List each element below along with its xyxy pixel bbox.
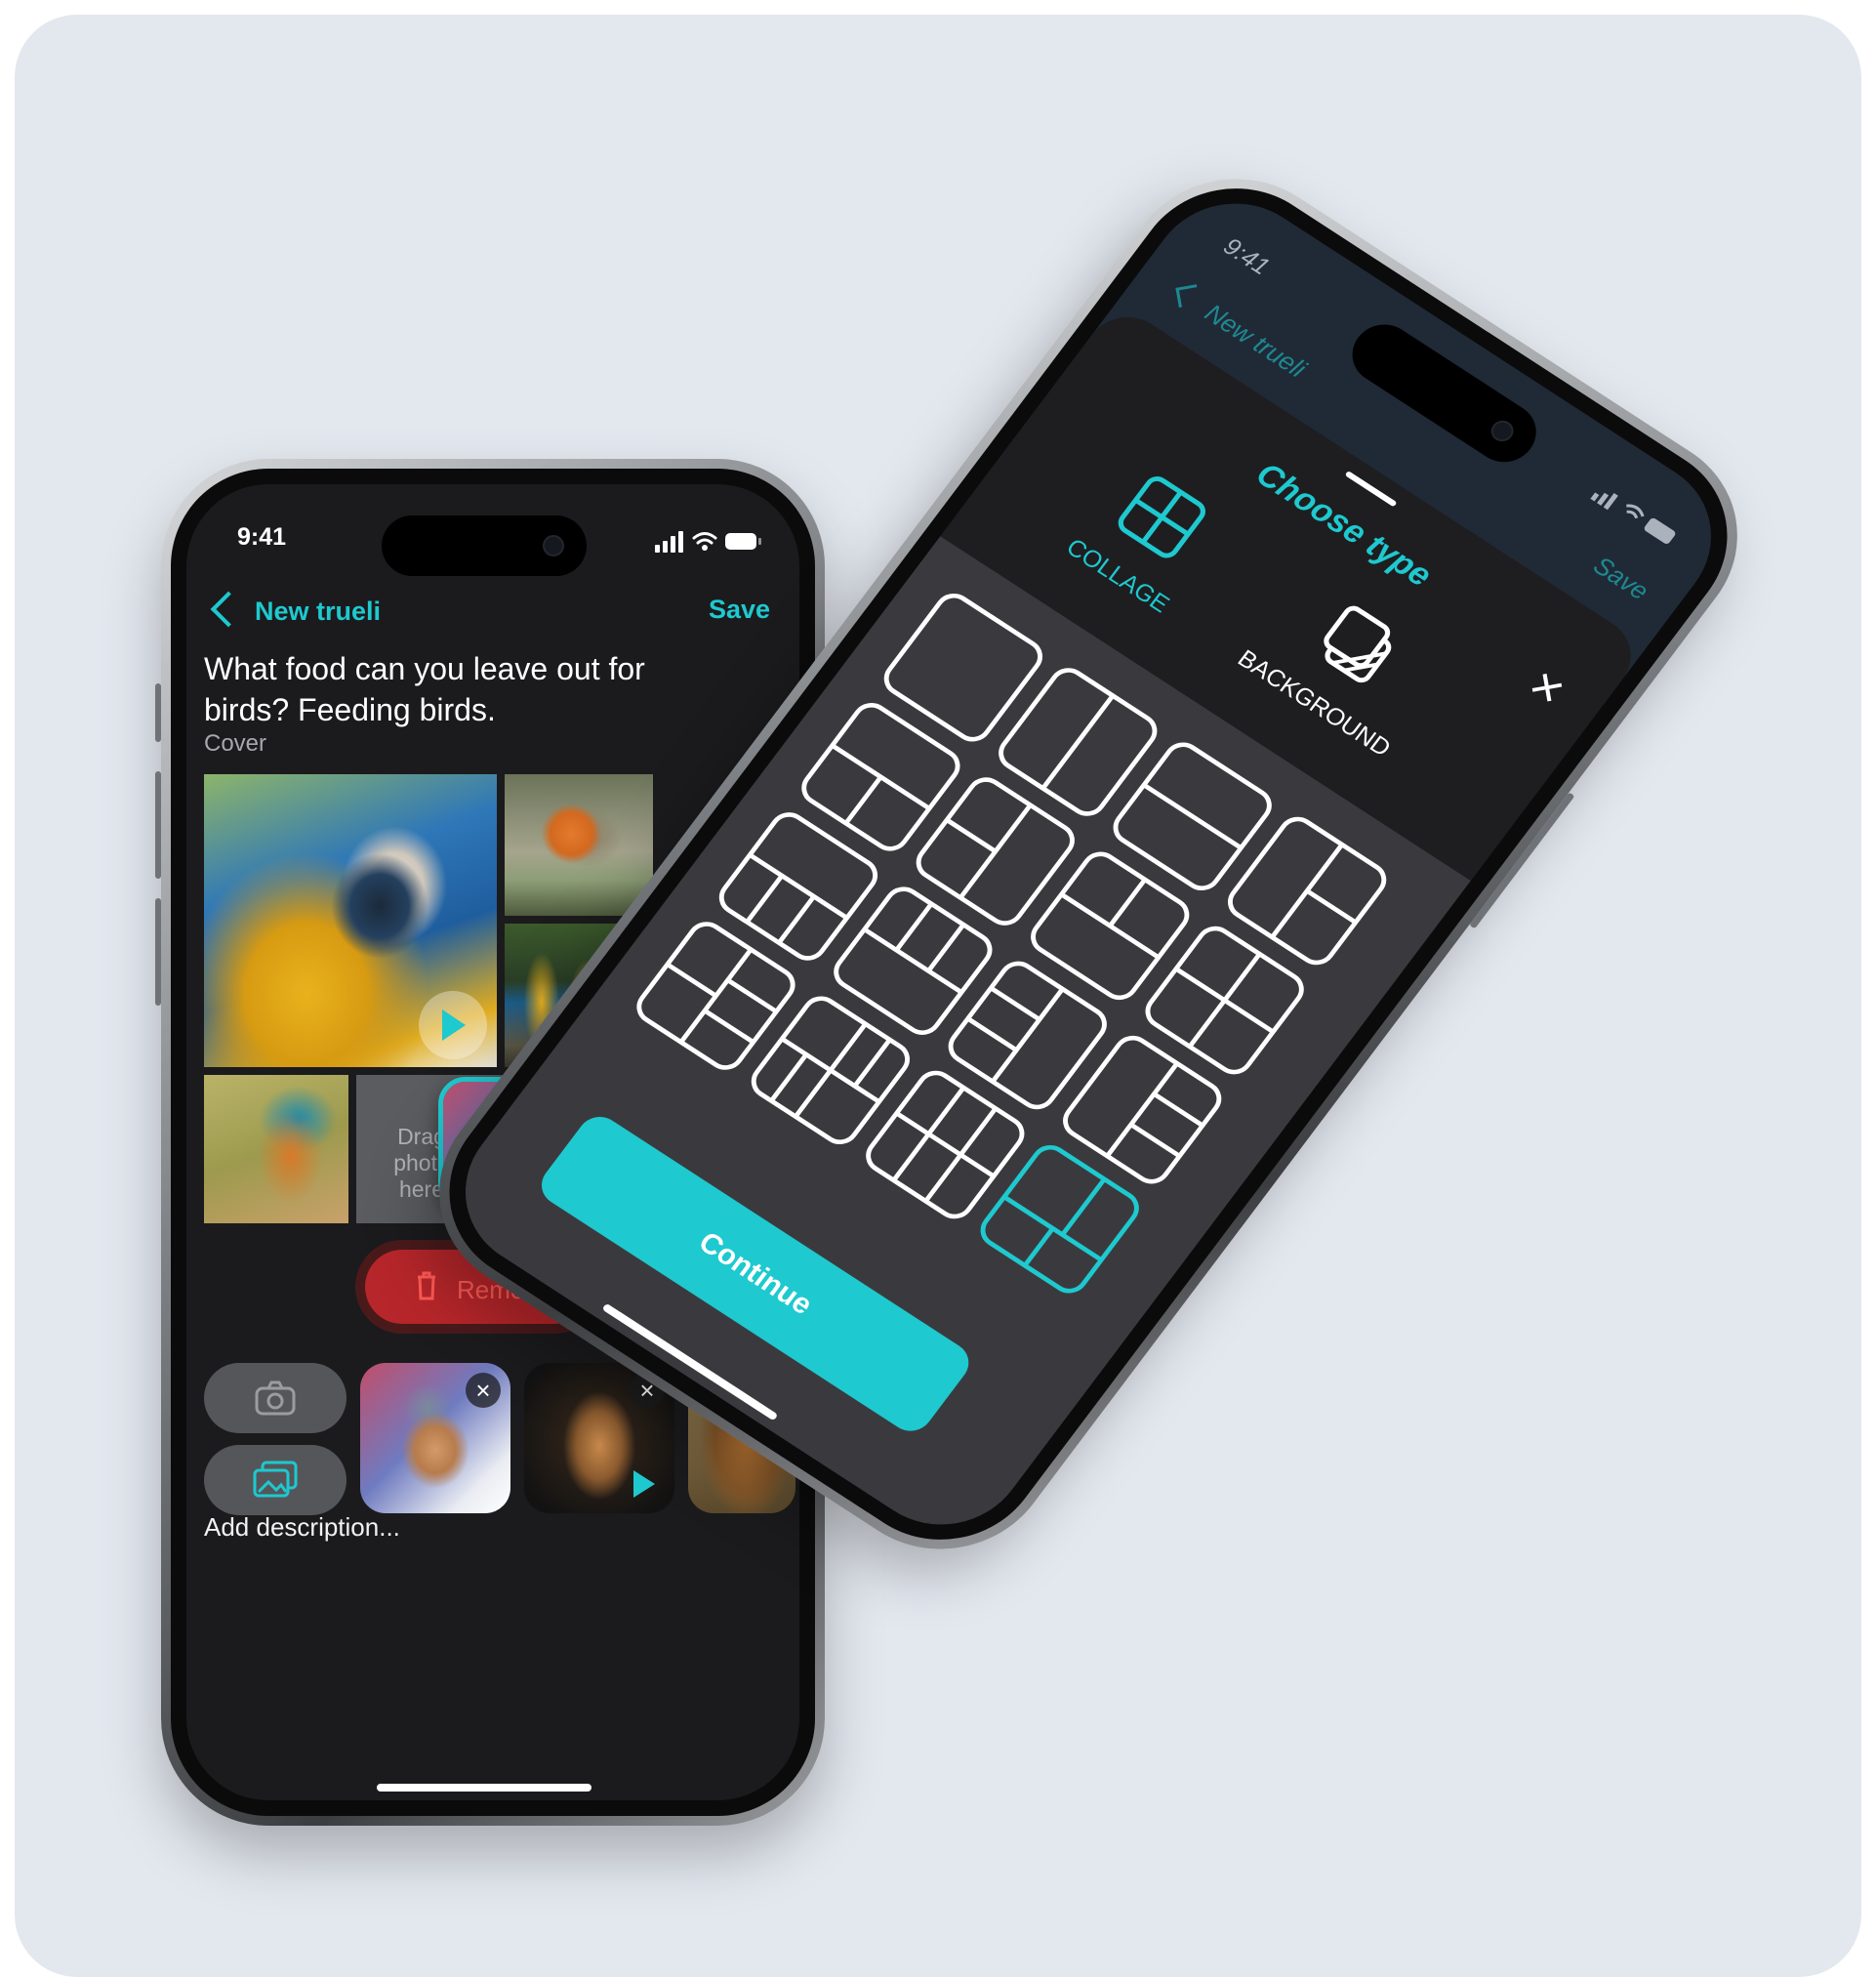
volume-down-button — [155, 898, 161, 1006]
play-icon[interactable] — [633, 1470, 655, 1498]
gallery-button[interactable] — [204, 1445, 347, 1515]
battery-icon — [725, 533, 761, 550]
chevron-left-icon[interactable] — [1175, 284, 1201, 308]
camera-icon — [255, 1380, 296, 1416]
question-title[interactable]: What food can you leave out for birds? F… — [204, 648, 663, 730]
home-indicator — [377, 1784, 591, 1792]
background-canvas: 9:41 New trueli Save What food can you l… — [15, 15, 1861, 1977]
front-camera — [1487, 416, 1519, 446]
signal-icon — [655, 531, 683, 553]
save-button[interactable]: Save — [1587, 551, 1654, 606]
media-tray: × × — [204, 1363, 795, 1515]
robin-photo[interactable] — [505, 774, 653, 916]
sheet-grabber[interactable] — [1344, 470, 1398, 508]
camera-button[interactable] — [204, 1363, 347, 1433]
play-icon — [442, 1010, 466, 1041]
mute-switch — [155, 683, 161, 742]
nav-bar: New trueli Save — [186, 587, 799, 636]
save-button[interactable]: Save — [709, 595, 770, 625]
dynamic-island — [382, 515, 587, 576]
collage-icon — [1118, 476, 1205, 558]
macaw-photo[interactable] — [204, 774, 497, 1067]
volume-up-button — [155, 771, 161, 879]
gallery-icon — [253, 1461, 298, 1498]
close-icon[interactable]: × — [466, 1373, 501, 1408]
kingfisher-photo[interactable] — [204, 1075, 348, 1223]
chevron-left-icon[interactable] — [210, 591, 247, 628]
cover-label: Cover — [204, 730, 267, 757]
trash-icon — [418, 1271, 435, 1300]
status-icons — [1590, 492, 1676, 544]
play-button[interactable] — [419, 991, 487, 1059]
chaffinch-thumb[interactable]: × — [360, 1363, 510, 1513]
status-time: 9:41 — [237, 523, 287, 551]
nav-title[interactable]: New trueli — [255, 597, 381, 627]
giraffe-thumb[interactable]: × — [524, 1363, 674, 1513]
dynamic-island — [1339, 312, 1549, 474]
status-icons — [655, 531, 761, 553]
status-time: 9:41 — [1218, 232, 1275, 281]
wifi-icon — [692, 532, 717, 545]
front-camera — [543, 535, 564, 556]
background-icon — [1324, 605, 1392, 683]
description-input[interactable]: Add description... — [204, 1512, 400, 1543]
